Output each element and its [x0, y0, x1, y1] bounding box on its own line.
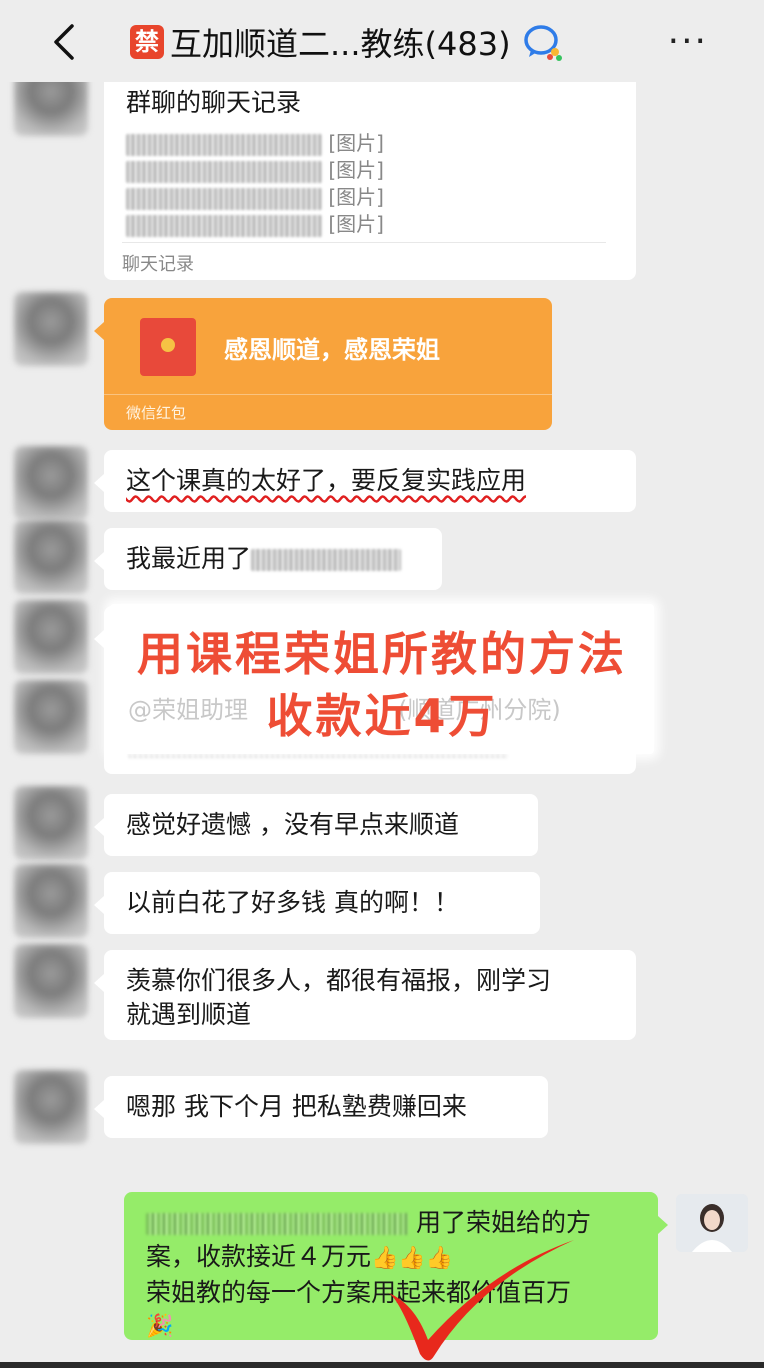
person-avatar-icon	[676, 1194, 748, 1252]
avatar[interactable]	[14, 600, 88, 674]
overlay-headline: 用课程荣姐所教的方法	[137, 627, 627, 681]
message-text: 以前白花了好多钱 真的啊！！	[126, 888, 459, 917]
avatar[interactable]	[14, 292, 88, 366]
chat-record-title: 群聊的聊天记录	[126, 88, 302, 117]
chat-title: 互加顺道二...教练(483)	[170, 25, 511, 63]
message-bubble[interactable]: 以前白花了好多钱 真的啊！！	[94, 872, 540, 934]
message-text: 这个课真的太好了，要反复实践应用	[126, 466, 527, 495]
divider	[104, 394, 552, 395]
chat-header: 禁 互加顺道二...教练(483) ···	[0, 0, 764, 82]
avatar[interactable]	[14, 944, 88, 1018]
message-text: 羡慕你们很多人，都很有福报，刚学习 就遇到顺道	[126, 966, 552, 1029]
chat-record-line: [图片]	[126, 207, 384, 241]
chat-record-card[interactable]: 群聊的聊天记录 [图片] [图片] [图片] [图片] 聊天记录	[104, 78, 636, 280]
chat-record-footer: 聊天记录	[122, 254, 194, 275]
message-bubble[interactable]: 羡慕你们很多人，都很有福报，刚学习 就遇到顺道	[94, 950, 636, 1040]
red-packet-text: 感恩顺道，感恩荣姐	[224, 336, 440, 364]
message-text: 感觉好遗憾 ，没有早点来顺道	[126, 810, 459, 839]
message-bubble[interactable]: 嗯那 我下个月 把私塾费赚回来	[94, 1076, 548, 1138]
red-packet-message[interactable]: 感恩顺道，感恩荣姐 微信红包	[94, 298, 552, 430]
message-text: 案，收款接近４万元	[146, 1242, 372, 1271]
message-bubble[interactable]: 感觉好遗憾 ，没有早点来顺道	[94, 794, 538, 856]
avatar[interactable]	[14, 520, 88, 594]
message-bubble[interactable]: 这个课真的太好了，要反复实践应用	[94, 450, 636, 512]
blurred-text	[146, 1213, 408, 1235]
message-text: 我最近用了	[104, 528, 442, 590]
red-envelope-icon	[140, 318, 196, 376]
promo-overlay: @荣姐助理 (顺道广州分院) 用课程荣姐所教的方法 收款近4万	[110, 604, 654, 754]
message-bubble[interactable]: 我最近用了	[94, 528, 442, 590]
blurred-text	[251, 549, 402, 571]
red-packet-footer: 微信红包	[126, 404, 187, 422]
blurred-name	[126, 214, 322, 237]
check-mark-icon	[386, 1240, 574, 1361]
more-options-icon[interactable]: ···	[668, 24, 708, 60]
avatar[interactable]	[14, 680, 88, 754]
avatar[interactable]	[14, 864, 88, 938]
my-avatar[interactable]	[676, 1194, 748, 1252]
divider	[122, 242, 606, 243]
chat-title-group: 禁 互加顺道二...教练(483)	[130, 18, 563, 66]
mute-badge-icon: 禁	[130, 25, 164, 59]
avatar[interactable]	[14, 786, 88, 860]
enterprise-chat-icon	[523, 25, 562, 61]
avatar[interactable]	[14, 446, 88, 520]
avatar[interactable]	[14, 1070, 88, 1144]
message-text: 嗯那 我下个月 把私塾费赚回来	[126, 1092, 467, 1121]
back-arrow-icon[interactable]	[46, 22, 82, 62]
overlay-subheadline: 收款近4万	[266, 689, 498, 743]
